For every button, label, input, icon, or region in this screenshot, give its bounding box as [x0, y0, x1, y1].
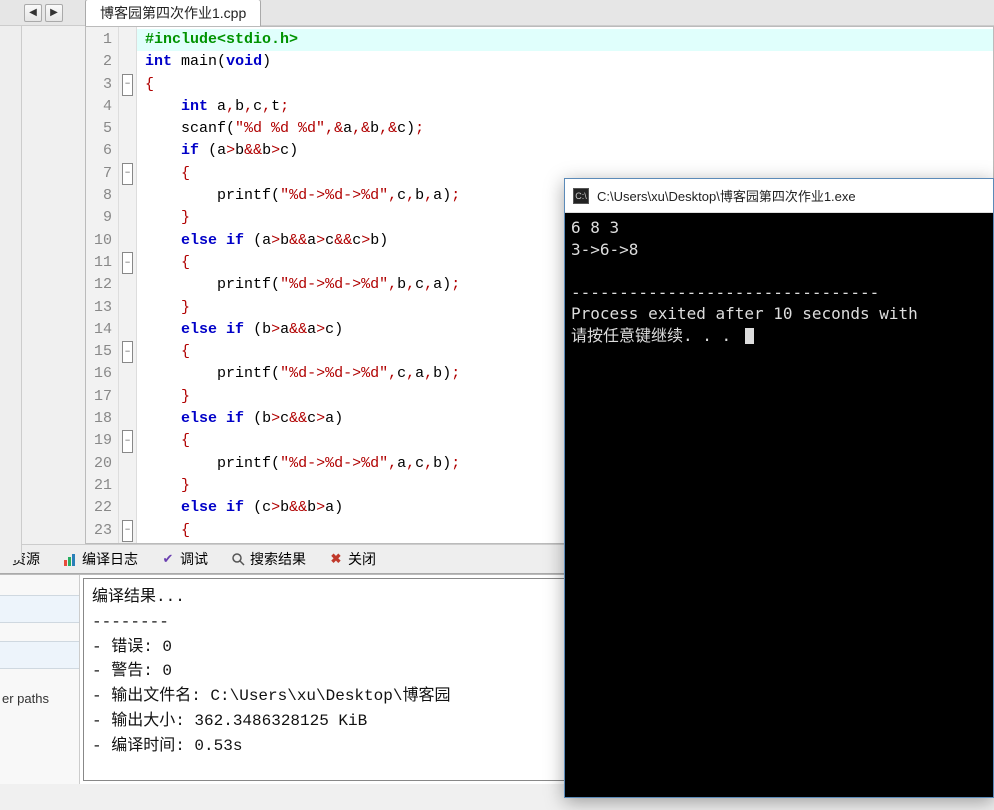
- left-sidebar-edge: 类: [0, 0, 22, 560]
- tab-debug-label: 调试: [180, 549, 208, 569]
- code-line[interactable]: {: [145, 74, 985, 96]
- er-paths-label: er paths: [0, 687, 79, 710]
- tab-search-results-label: 搜索结果: [250, 549, 306, 569]
- compile-errors: - 错误: 0: [92, 638, 172, 656]
- tab-compile-log-label: 编译日志: [82, 549, 138, 569]
- close-icon: ✖: [328, 551, 344, 567]
- console-title: C:\Users\xu\Desktop\博客园第四次作业1.exe: [597, 186, 856, 205]
- nav-back-button[interactable]: ◀: [24, 4, 42, 22]
- panel-slot: [0, 641, 79, 669]
- nav-forward-button[interactable]: ▶: [45, 4, 63, 22]
- console-press-key: 请按任意键继续. . .: [571, 326, 741, 345]
- line-number-gutter: 1234567891011121314151617181920212223: [86, 27, 119, 543]
- search-icon: [230, 551, 246, 567]
- chart-icon: [62, 551, 78, 567]
- fold-toggle[interactable]: −: [122, 252, 133, 274]
- compile-sep: --------: [92, 613, 169, 631]
- code-line[interactable]: int main(void): [145, 51, 985, 73]
- fold-toggle[interactable]: −: [122, 163, 133, 185]
- console-titlebar[interactable]: C:\ C:\Users\xu\Desktop\博客园第四次作业1.exe: [565, 179, 993, 213]
- file-tab-label: 博客园第四次作业1.cpp: [100, 5, 246, 21]
- code-line[interactable]: int a,b,c,t;: [145, 96, 985, 118]
- fold-gutter[interactable]: − − − − − −: [119, 27, 137, 543]
- console-line-output: 3->6->8: [571, 240, 638, 259]
- console-process-exit: Process exited after 10 seconds with: [571, 304, 918, 323]
- console-window[interactable]: C:\ C:\Users\xu\Desktop\博客园第四次作业1.exe 6 …: [564, 178, 994, 798]
- tab-close[interactable]: ✖ 关闭: [320, 546, 384, 572]
- tab-search-results[interactable]: 搜索结果: [222, 546, 314, 572]
- fold-toggle[interactable]: −: [122, 520, 133, 542]
- code-line[interactable]: scanf("%d %d %d",&a,&b,&c);: [145, 118, 985, 140]
- compile-header: 编译结果...: [92, 588, 185, 606]
- compile-panel-left: er paths: [0, 575, 80, 784]
- fold-toggle[interactable]: −: [122, 341, 133, 363]
- code-line[interactable]: #include<stdio.h>: [137, 29, 993, 51]
- fold-toggle[interactable]: −: [122, 430, 133, 452]
- console-separator: --------------------------------: [571, 283, 879, 302]
- code-line[interactable]: if (a>b&&b>c): [145, 140, 985, 162]
- tab-compile-log[interactable]: 编译日志: [54, 546, 146, 572]
- compile-warnings: - 警告: 0: [92, 662, 172, 680]
- tab-debug[interactable]: ✔ 调试: [152, 546, 216, 572]
- console-line-input: 6 8 3: [571, 218, 619, 237]
- fold-toggle[interactable]: −: [122, 74, 133, 96]
- compile-outfile: - 输出文件名: C:\Users\xu\Desktop\博客园: [92, 687, 450, 705]
- compile-outsize: - 输出大小: 362.3486328125 KiB: [92, 712, 367, 730]
- console-body[interactable]: 6 8 3 3->6->8 --------------------------…: [565, 213, 993, 797]
- console-app-icon: C:\: [573, 188, 589, 204]
- compile-time: - 编译时间: 0.53s: [92, 737, 242, 755]
- panel-slot: [0, 595, 79, 623]
- cursor-icon: [745, 328, 754, 344]
- tab-close-label: 关闭: [348, 549, 376, 569]
- file-tab[interactable]: 博客园第四次作业1.cpp: [85, 0, 261, 26]
- check-icon: ✔: [160, 551, 176, 567]
- tab-bar: ◀ ▶ 博客园第四次作业1.cpp: [0, 0, 994, 26]
